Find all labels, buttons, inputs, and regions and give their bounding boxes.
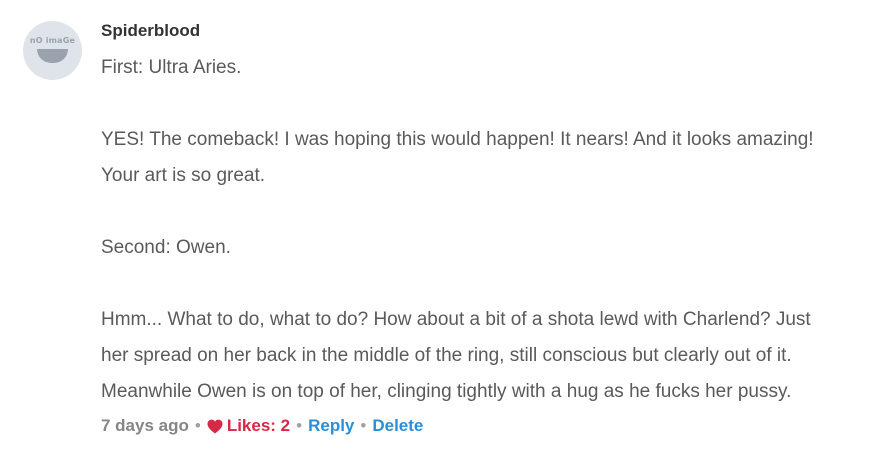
avatar-smile-shape <box>37 49 68 63</box>
comment-line: First: Ultra Aries. <box>101 57 242 78</box>
comment-paragraph: Hmm... What to do, what to do? How about… <box>101 302 894 410</box>
comment-author[interactable]: Spiderblood <box>101 21 200 41</box>
comment-line: Hmm... What to do, what to do? How about… <box>101 309 811 330</box>
reply-button[interactable]: Reply <box>308 414 354 438</box>
comment-paragraph: YES! The comeback! I was hoping this wou… <box>101 122 894 194</box>
likes-count: Likes: 2 <box>226 416 291 435</box>
comment-line: YES! The comeback! I was hoping this wou… <box>101 129 814 150</box>
separator-dot: • <box>194 416 201 435</box>
separator-dot: • <box>296 416 303 435</box>
comment-paragraph: First: Ultra Aries. <box>101 50 894 86</box>
comment-timestamp: 7 days ago <box>101 416 189 435</box>
avatar[interactable]: nO imaGe <box>23 21 82 80</box>
comment-line: Second: Owen. <box>101 237 231 258</box>
separator-dot: • <box>360 416 367 435</box>
comment-paragraph: Second: Owen. <box>101 230 894 266</box>
heart-icon <box>207 419 223 433</box>
delete-button[interactable]: Delete <box>372 414 423 438</box>
comment-line: Your art is so great. <box>101 165 266 186</box>
comment-body: First: Ultra Aries. YES! The comeback! I… <box>101 50 894 410</box>
comment-actions: 7 days ago • Likes: 2 • Reply • Delete <box>101 414 423 438</box>
comment-line: her spread on her back in the middle of … <box>101 345 792 366</box>
comment: nO imaGe Spiderblood First: Ultra Aries.… <box>0 0 894 461</box>
avatar-placeholder-label: nO imaGe <box>29 36 76 45</box>
likes-button[interactable]: Likes: 2 <box>207 414 290 438</box>
comment-line: Meanwhile Owen is on top of her, clingin… <box>101 381 792 402</box>
